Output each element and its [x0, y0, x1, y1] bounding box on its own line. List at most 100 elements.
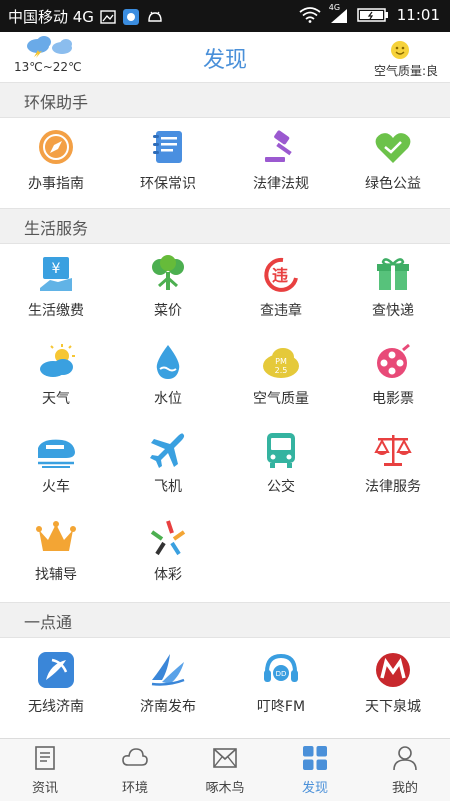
- grid-item-label: 电影票: [372, 391, 414, 407]
- vegetable-icon: [152, 255, 184, 290]
- notebook-icon: [153, 131, 182, 163]
- grid-item-express[interactable]: 查快递: [337, 244, 449, 332]
- tab-label: 我的: [391, 781, 418, 796]
- grid-item-legal-service[interactable]: 法律服务: [337, 420, 449, 508]
- airplane-icon: [150, 433, 185, 468]
- grid-item-label: 叮咚FM: [256, 699, 306, 715]
- lottery-star-icon: [150, 520, 186, 556]
- train-icon: [38, 439, 75, 468]
- jinan-release-icon: [151, 654, 185, 686]
- grid-item-dingdong-fm[interactable]: DD 叮咚FM: [225, 640, 337, 728]
- grid-item-label: 天气: [42, 391, 70, 407]
- bus-icon: [267, 433, 295, 468]
- grid-item-weather[interactable]: 天气: [0, 332, 112, 420]
- tab-environment[interactable]: 环境: [90, 739, 180, 801]
- heart-handshake-icon: [375, 133, 411, 163]
- grid-item-wireless-jinan[interactable]: 无线济南: [0, 640, 112, 728]
- air-quality-label: 空气质量:良: [373, 64, 438, 78]
- clock: 11:01: [396, 6, 440, 24]
- grid-item-label: 菜价: [154, 303, 182, 319]
- grid-item-train[interactable]: 火车: [0, 420, 112, 508]
- grid-item-label: 生活缴费: [28, 303, 84, 319]
- grid-item-label: 找辅导: [35, 567, 77, 583]
- tab-woodpecker[interactable]: 啄木鸟: [180, 739, 270, 801]
- film-reel-icon: [377, 343, 410, 378]
- profile-icon: [393, 746, 417, 771]
- grid-item-label: 查违章: [260, 303, 302, 319]
- wifi-icon: [299, 7, 321, 23]
- grid-item-office-guide[interactable]: 办事指南: [0, 117, 112, 205]
- grid-item-air-quality[interactable]: PM 2.5 空气质量: [225, 332, 337, 420]
- svg-text:PM: PM: [275, 357, 287, 366]
- grid-item-laws[interactable]: 法律法规: [225, 117, 337, 205]
- smiley-icon: [391, 41, 409, 59]
- grid-item-quancheng[interactable]: 天下泉城: [337, 640, 449, 728]
- section-title: 生活服务: [24, 219, 89, 238]
- grid-item-jinan-release[interactable]: 济南发布: [112, 640, 224, 728]
- grid-item-label: 空气质量: [253, 391, 309, 407]
- air-quality-widget[interactable]: 空气质量:良: [338, 36, 438, 80]
- grid-item-label: 法律法规: [253, 176, 309, 192]
- section-header: 环保助手: [0, 82, 450, 118]
- status-bar: 中国移动 4G 4G 11:01: [0, 0, 450, 32]
- pm25-cloud-icon: PM 2.5: [263, 348, 299, 378]
- gallery-notification-icon: [100, 9, 116, 24]
- grid-item-label: 济南发布: [140, 699, 196, 715]
- grid-item-label: 绿色公益: [365, 176, 421, 192]
- quancheng-icon: [376, 653, 410, 687]
- compass-icon: [39, 130, 73, 164]
- section-header: 一点通: [0, 602, 450, 638]
- bottom-tab-bar: 资讯 环境 啄木鸟 发现 我的: [0, 738, 450, 801]
- cloud-icon: [122, 748, 148, 766]
- section-title: 环保助手: [24, 93, 89, 112]
- grid-item-label: 无线济南: [28, 699, 84, 715]
- svg-text:2.5: 2.5: [275, 366, 288, 375]
- tab-profile[interactable]: 我的: [360, 739, 450, 801]
- gift-box-icon: [377, 258, 409, 290]
- discover-grid-icon: [303, 746, 327, 770]
- wireless-jinan-icon: [38, 652, 74, 688]
- grid-item-green-charity[interactable]: 绿色公益: [337, 117, 449, 205]
- grid-item-bill-payment[interactable]: ¥ 生活缴费: [0, 244, 112, 332]
- signal-icon: 4G: [329, 3, 349, 23]
- gavel-icon: [265, 130, 292, 162]
- section-header: 生活服务: [0, 208, 450, 244]
- grid-item-tutoring[interactable]: 找辅导: [0, 508, 112, 596]
- envelope-icon: [213, 748, 237, 768]
- tab-label: 环境: [121, 781, 148, 796]
- grid-item-label: 公交: [267, 479, 295, 495]
- grid-item-label: 飞机: [154, 479, 182, 495]
- grid-item-label: 办事指南: [28, 176, 84, 192]
- bill-payment-icon: ¥: [40, 257, 72, 291]
- dingdong-fm-icon: DD: [264, 653, 298, 682]
- tab-news[interactable]: 资讯: [0, 739, 90, 801]
- traffic-violation-icon: 违: [264, 257, 298, 292]
- tab-discover[interactable]: 发现: [270, 739, 360, 801]
- grid-item-flight[interactable]: 飞机: [112, 420, 224, 508]
- grid-item-vegetable-price[interactable]: 菜价: [112, 244, 224, 332]
- grid-item-bus[interactable]: 公交: [225, 420, 337, 508]
- grid-item-sports-lottery[interactable]: 体彩: [112, 508, 224, 596]
- grid-item-eco-knowledge[interactable]: 环保常识: [112, 117, 224, 205]
- sun-cloud-icon: [40, 344, 75, 377]
- news-icon: [35, 746, 55, 770]
- grid-item-movie-tickets[interactable]: 电影票: [337, 332, 449, 420]
- scales-icon: [374, 435, 412, 466]
- app-notification-icon: [122, 8, 139, 25]
- carrier-label: 中国移动 4G: [8, 8, 94, 26]
- grid-item-traffic-violation[interactable]: 违 查违章: [225, 244, 337, 332]
- battery-icon: [357, 8, 388, 22]
- android-icon: [148, 11, 162, 22]
- grid-item-label: 体彩: [154, 567, 182, 583]
- section-title: 一点通: [24, 613, 73, 632]
- svg-text:DD: DD: [276, 670, 287, 678]
- page-header: 13℃~22℃ 发现 空气质量:良: [0, 32, 450, 83]
- svg-text:¥: ¥: [52, 261, 61, 277]
- svg-text:违: 违: [272, 266, 288, 285]
- tab-label: 资讯: [31, 781, 58, 796]
- grid-item-label: 火车: [42, 479, 70, 495]
- grid-item-water-level[interactable]: 水位: [112, 332, 224, 420]
- grid-item-label: 天下泉城: [365, 699, 421, 715]
- crown-icon: [36, 521, 76, 551]
- grid-item-label: 查快递: [372, 303, 414, 319]
